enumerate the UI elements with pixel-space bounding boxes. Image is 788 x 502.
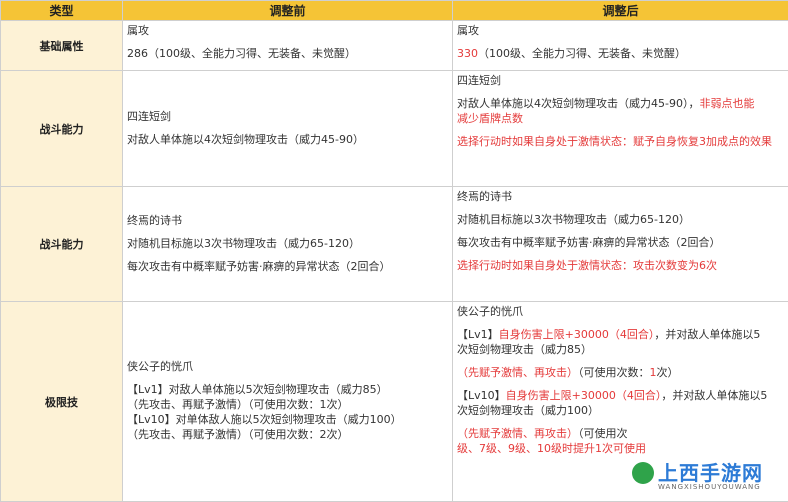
watermark-subtitle: WANGXISHOUYOUWANG [658,483,761,491]
skill-title: 侠公子的恍爪 [127,359,448,374]
adjustment-table: 类型 调整前 调整后 基础属性 属攻 286（100级、全能力习得、无装备、未觉… [0,0,788,502]
skill-desc-text: 对敌人单体施以4次短剑物理攻击（威力45-90）， [457,97,699,110]
skill-desc: （先攻击、再赋予激情）（可使用次数：1次） [127,397,448,412]
before-cell: 属攻 286（100级、全能力习得、无装备、未觉醒） [123,21,453,71]
level-tag: 【Lv1】 [457,328,499,341]
skill-desc: 每次攻击有中概率赋予妨害·麻痹的异常状态（2回合） [457,235,784,250]
header-after: 调整后 [453,1,788,21]
changed-text: 级、7级、9级、10级时提升1次可使用 [457,441,784,456]
row-type-label: 基础属性 [1,21,123,71]
changed-text: 自身伤害上限+30000（4回合） [499,328,655,341]
skill-desc-text: （可使用次 [578,427,628,440]
watermark-title: 上西手游网 [658,457,763,486]
skill-title: 终焉的诗书 [127,213,448,228]
stat-text: 330（100级、全能力习得、无装备、未觉醒） [457,46,784,61]
skill-title: 四连短剑 [127,109,448,124]
skill-desc: 【Lv10】自身伤害上限+30000（4回合），并对敌人单体施以5 [457,388,784,403]
skill-desc-text: （可使用次数： [578,366,650,379]
table-header-row: 类型 调整前 调整后 [1,1,788,21]
skill-desc: 对随机目标施以3次书物理攻击（威力65-120） [457,212,784,227]
skill-desc-text: ，并对敌人单体施以5 [661,389,767,402]
changed-text: 非弱点也能 [699,97,754,110]
row-type-label: 战斗能力 [1,71,123,187]
skill-desc: 对敌人单体施以4次短剑物理攻击（威力45-90） [127,132,448,147]
skill-desc: 【Lv1】对敌人单体施以5次短剑物理攻击（威力85） [127,382,448,397]
header-before: 调整前 [123,1,453,21]
changed-text: （先赋予激情、再攻击） [457,366,578,379]
table-row: 战斗能力 终焉的诗书 对随机目标施以3次书物理攻击（威力65-120） 每次攻击… [1,187,788,302]
table-row: 战斗能力 四连短剑 对敌人单体施以4次短剑物理攻击（威力45-90） 四连短剑 … [1,71,788,187]
changed-value: 330 [457,47,478,60]
stat-text: 286（100级、全能力习得、无装备、未觉醒） [127,46,448,61]
after-cell: 四连短剑 对敌人单体施以4次短剑物理攻击（威力45-90），非弱点也能 减少盾牌… [453,71,788,187]
skill-desc: （先赋予激情、再攻击）（可使用次数：1次） [457,365,784,380]
skill-desc: 【Lv10】对单体敌人施以5次短剑物理攻击（威力100） [127,412,448,427]
skill-desc-text: ，并对敌人单体施以5 [654,328,760,341]
skill-desc: 对随机目标施以3次书物理攻击（威力65-120） [127,236,448,251]
before-cell: 四连短剑 对敌人单体施以4次短剑物理攻击（威力45-90） [123,71,453,187]
skill-desc: （先赋予激情、再攻击）（可使用次 [457,426,784,441]
skill-title: 终焉的诗书 [457,189,784,204]
skill-desc: （先攻击、再赋予激情）（可使用次数：2次） [127,427,448,442]
site-watermark: 上西手游网 WANGXISHOUYOUWANG [626,456,784,496]
row-type-label: 战斗能力 [1,187,123,302]
skill-desc: 对敌人单体施以4次短剑物理攻击（威力45-90），非弱点也能 [457,96,784,111]
changed-text: 自身伤害上限+30000（4回合） [506,389,662,402]
skill-desc-text: 次） [657,366,679,379]
site-logo-icon [632,462,654,484]
skill-title: 四连短剑 [457,73,784,88]
skill-desc: 次短剑物理攻击（威力100） [457,403,784,418]
changed-text: （先赋予激情、再攻击） [457,427,578,440]
row-type-label: 极限技 [1,302,123,502]
skill-title: 侠公子的恍爪 [457,304,784,319]
changed-text: 选择行动时如果自身处于激情状态：赋予自身恢复3加成点的效果 [457,134,784,149]
header-type: 类型 [1,1,123,21]
skill-desc: 每次攻击有中概率赋予妨害·麻痹的异常状态（2回合） [127,259,448,274]
before-cell: 终焉的诗书 对随机目标施以3次书物理攻击（威力65-120） 每次攻击有中概率赋… [123,187,453,302]
changed-value: 1 [650,366,657,379]
stat-detail: （100级、全能力习得、无装备、未觉醒） [478,47,686,60]
changed-text: 选择行动时如果自身处于激情状态：攻击次数变为6次 [457,258,784,273]
before-cell: 侠公子的恍爪 【Lv1】对敌人单体施以5次短剑物理攻击（威力85） （先攻击、再… [123,302,453,502]
skill-title: 属攻 [457,23,784,38]
level-tag: 【Lv10】 [457,389,506,402]
changed-text: 减少盾牌点数 [457,111,784,126]
after-cell: 属攻 330（100级、全能力习得、无装备、未觉醒） [453,21,788,71]
after-cell: 终焉的诗书 对随机目标施以3次书物理攻击（威力65-120） 每次攻击有中概率赋… [453,187,788,302]
skill-desc: 次短剑物理攻击（威力85） [457,342,784,357]
table-row: 基础属性 属攻 286（100级、全能力习得、无装备、未觉醒） 属攻 330（1… [1,21,788,71]
skill-desc: 【Lv1】自身伤害上限+30000（4回合），并对敌人单体施以5 [457,327,784,342]
skill-title: 属攻 [127,23,448,38]
